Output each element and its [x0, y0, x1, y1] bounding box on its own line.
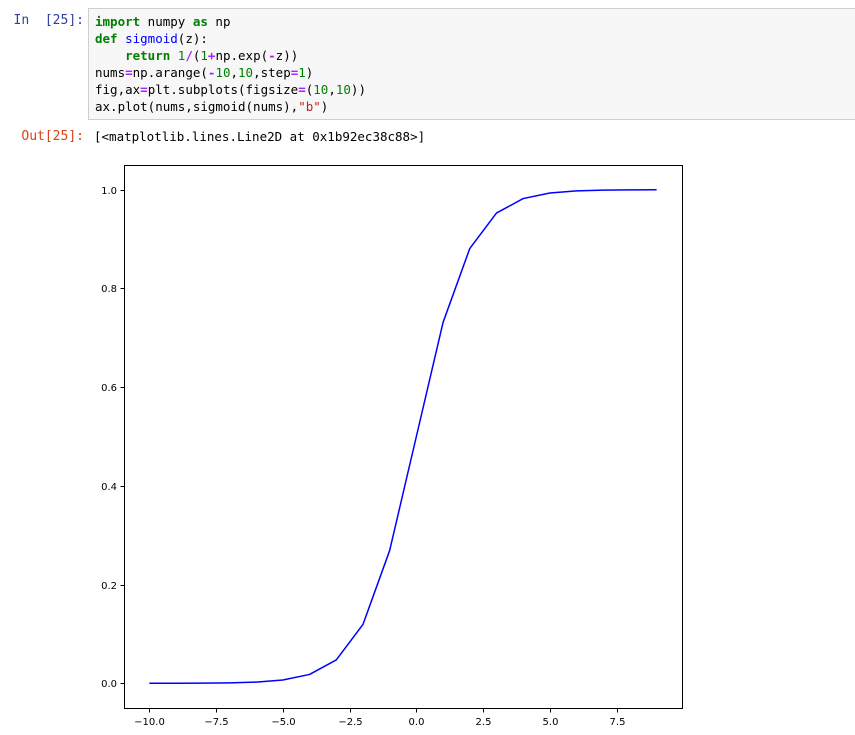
- y-tick-label: 1.0: [101, 186, 117, 197]
- plot-frame: [124, 165, 683, 709]
- y-tick-label: 0.6: [101, 383, 117, 394]
- x-tick-label: −10.0: [134, 717, 165, 728]
- x-tick-label: 7.5: [610, 717, 626, 728]
- x-tick-label: 0.0: [409, 717, 425, 728]
- y-tick-label: 0.2: [101, 581, 117, 592]
- notebook: In [25]: import numpy as np def sigmoid(…: [0, 0, 855, 735]
- x-tick-label: −2.5: [338, 717, 362, 728]
- sigmoid-series-line: [149, 188, 657, 685]
- x-tick-label: −7.5: [204, 717, 228, 728]
- x-tick-label: 2.5: [476, 717, 492, 728]
- sigmoid-line-chart: −10.0 −7.5 −5.0 −2.5 0.0 2.5 5.0 7.5 0.0 0.2 0.4 0.…: [101, 165, 683, 728]
- x-tick-label: 5.0: [543, 717, 559, 728]
- y-tick-label: 0.4: [101, 482, 117, 493]
- y-tick-label: 0.0: [101, 679, 117, 690]
- y-tick-label: 0.8: [101, 284, 117, 295]
- x-tick-label: −5.0: [271, 717, 295, 728]
